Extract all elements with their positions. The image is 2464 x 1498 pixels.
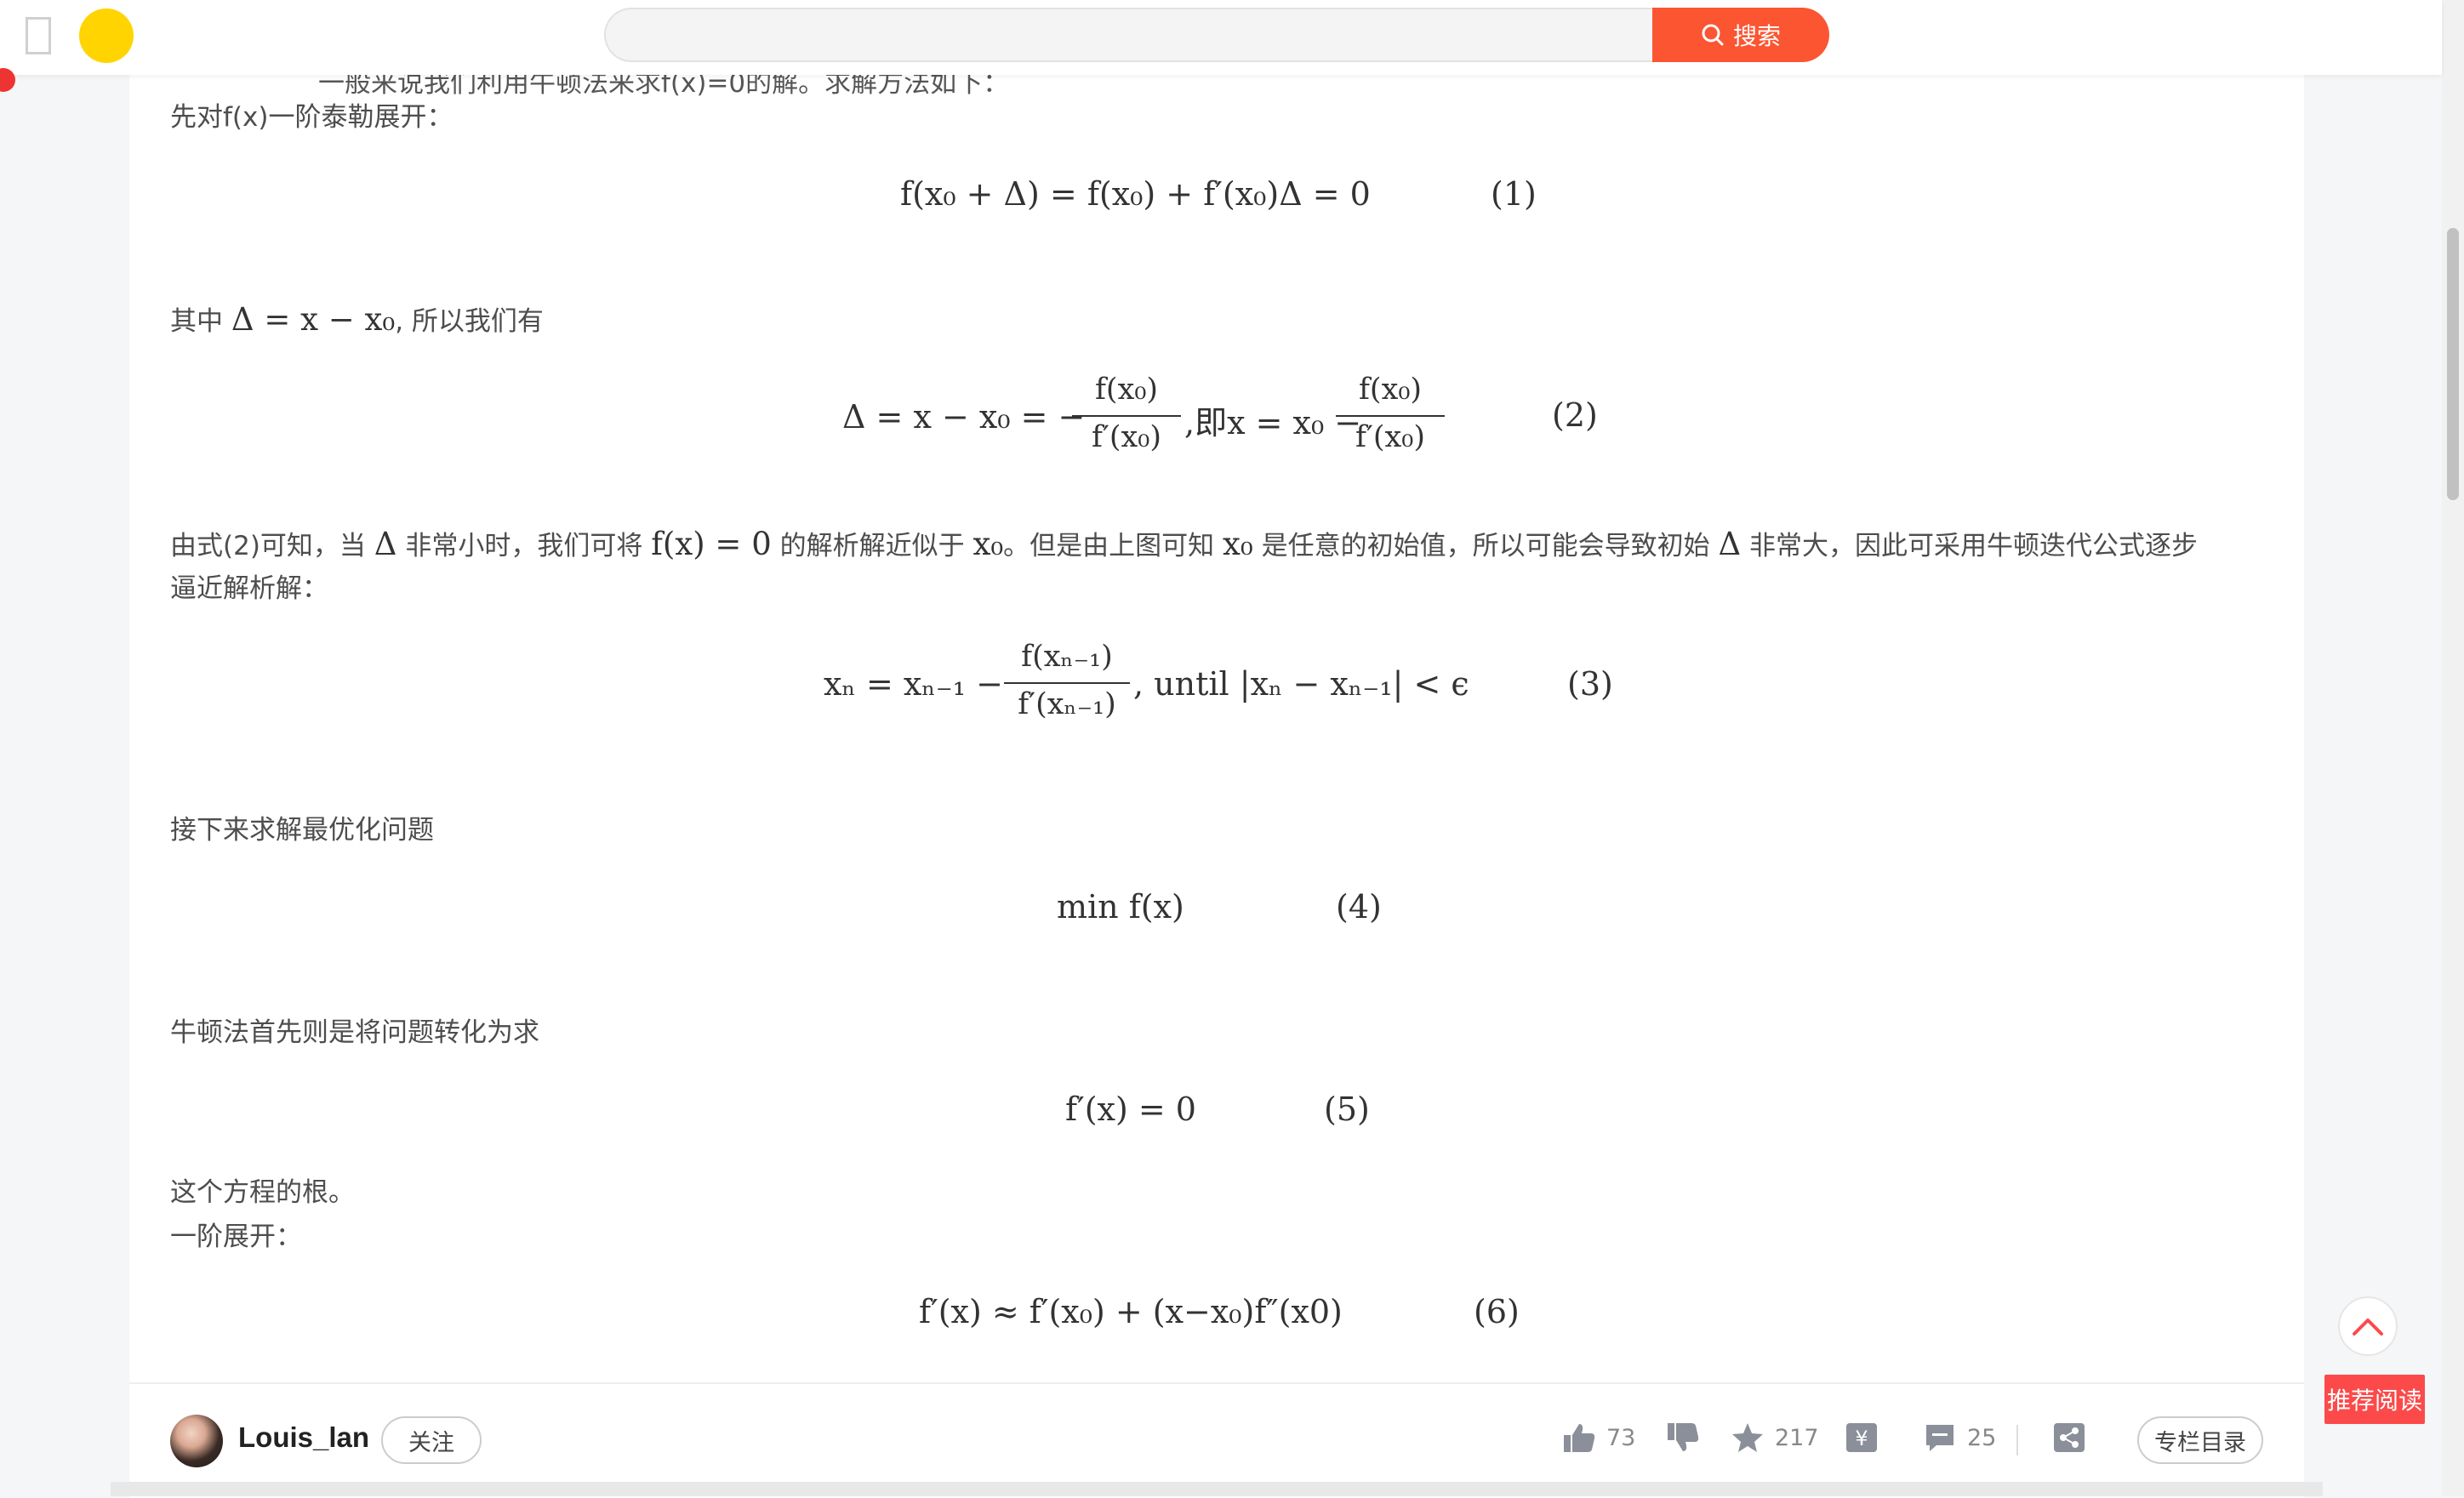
share-icon	[2054, 1423, 2085, 1452]
chevron-up-icon	[2353, 1319, 2383, 1336]
search-bar: 搜索	[604, 8, 1829, 62]
scrollbar-track[interactable]	[2442, 0, 2464, 1496]
equation-5: f′(x) = 0	[1065, 1091, 1196, 1128]
equation-3-frac-den: f′(xₙ₋₁)	[1018, 687, 1116, 721]
math-inline: f(x) = 0	[651, 526, 772, 562]
comment-count: 25	[1967, 1424, 1997, 1451]
scrollbar-thumb[interactable]	[2447, 228, 2459, 500]
search-button[interactable]: 搜索	[1652, 8, 1829, 62]
equation-1: f(x₀ + Δ) = f(x₀) + f′(x₀)Δ = 0	[900, 175, 1371, 213]
follow-button[interactable]: 关注	[381, 1416, 482, 1464]
fraction-bar	[1336, 415, 1445, 417]
comment-icon	[1926, 1425, 1954, 1451]
paragraph-optimization: 接下来求解最优化问题	[170, 815, 434, 846]
paragraph-newton-explain-line2: 逼近解析解：	[170, 573, 328, 604]
math-inline: Δ	[1718, 526, 1742, 562]
text-segment: 由式(2)可知，当	[170, 531, 366, 561]
paragraph-root: 这个方程的根。	[170, 1177, 355, 1208]
equation-2-left: Δ = x − x₀ = −	[842, 398, 1086, 436]
paragraph-newton-convert: 牛顿法首先则是将问题转化为求	[170, 1017, 539, 1048]
equation-2-frac-1-den: f′(x₀)	[1092, 420, 1161, 454]
column-catalog-button[interactable]: 专栏目录	[2137, 1416, 2263, 1464]
equation-4-number: (4)	[1336, 888, 1382, 926]
yuan-icon: ¥	[1846, 1423, 1877, 1452]
star-icon	[1732, 1423, 1763, 1452]
thumbs-up-icon	[1564, 1424, 1595, 1452]
dislike-button[interactable]	[1666, 1421, 1700, 1454]
comment-button[interactable]: 25	[1923, 1421, 1996, 1454]
equation-6-number: (6)	[1474, 1293, 1520, 1330]
like-count: 73	[1606, 1424, 1636, 1451]
article-content: 一般来说我们利用牛顿法来求f(x)=0的解。求解方法如下： 先对f(x)一阶泰勒…	[129, 0, 2304, 1382]
collect-count: 217	[1775, 1424, 1819, 1451]
equation-1-number: (1)	[1491, 175, 1537, 213]
equation-5-number: (5)	[1324, 1091, 1370, 1128]
search-icon	[1702, 24, 1724, 46]
footer-shadow	[111, 1482, 2323, 1496]
back-to-top-button[interactable]	[2338, 1296, 2398, 1356]
fraction-bar	[1072, 415, 1181, 417]
top-bar: 搜索	[0, 0, 2442, 75]
svg-text:¥: ¥	[1855, 1427, 1868, 1450]
text-segment: 的解析解近似于	[779, 531, 965, 561]
text-segment: 非常大，因此可采用牛顿迭代公式逐步	[1749, 531, 2199, 561]
text-segment: , 所以我们有	[395, 306, 544, 337]
collect-button[interactable]: 217	[1731, 1421, 1819, 1454]
equation-2-number: (2)	[1552, 396, 1598, 434]
fraction-bar	[1004, 682, 1130, 684]
paragraph-taylor-intro: 先对f(x)一阶泰勒展开：	[170, 102, 453, 133]
equation-3-frac-num: f(xₙ₋₁)	[1021, 640, 1113, 674]
text-segment: 是任意的初始值，所以可能会导致初始	[1261, 531, 1710, 561]
equation-2-frac-1-num: f(x₀)	[1094, 373, 1159, 407]
avatar[interactable]	[170, 1415, 223, 1467]
equation-3-number: (3)	[1567, 665, 1613, 703]
equation-3-left: xₙ = xₙ₋₁ −	[824, 665, 1003, 703]
equation-2-frac-2-num: f(x₀)	[1358, 373, 1423, 407]
text-segment: 非常小时，我们可将	[405, 531, 643, 561]
equation-2-mid: ,即x = x₀ −	[1184, 404, 1362, 441]
author-name[interactable]: Louis_lan	[238, 1421, 369, 1454]
article-toolbar: Louis_lan 关注 73 217 ¥ 25 专栏目录	[129, 1382, 2304, 1498]
text-segment: 。但是由上图可知	[1003, 531, 1215, 561]
share-button[interactable]	[2052, 1421, 2086, 1454]
math-inline: Δ	[374, 526, 397, 562]
page-icon[interactable]	[26, 17, 51, 54]
equation-3-right: , until |xₙ − xₙ₋₁| < ϵ	[1133, 665, 1469, 703]
math-inline: x₀	[1223, 526, 1253, 562]
search-button-label: 搜索	[1732, 23, 1781, 49]
text-segment: 其中	[170, 306, 223, 337]
logo-icon[interactable]	[79, 9, 134, 63]
math-inline: Δ = x − x₀	[231, 301, 396, 338]
search-input[interactable]	[604, 8, 1659, 62]
paragraph-delta-def: 其中 Δ = x − x₀, 所以我们有	[170, 298, 544, 344]
equation-4: min f(x)	[1057, 888, 1184, 926]
recommend-reading-button[interactable]: 推荐阅读	[2324, 1375, 2425, 1424]
thumbs-down-icon	[1668, 1423, 1699, 1451]
equation-2-frac-2-den: f′(x₀)	[1355, 420, 1425, 454]
paragraph-newton-explain: 由式(2)可知，当 Δ 非常小时，我们可将 f(x) = 0 的解析解近似于 x…	[170, 522, 2198, 568]
divider	[2016, 1425, 2018, 1455]
reward-button[interactable]: ¥	[1845, 1421, 1879, 1454]
like-button[interactable]: 73	[1562, 1421, 1635, 1454]
equation-6: f′(x) ≈ f′(x₀) + (x−x₀)f″(x0)	[919, 1293, 1343, 1330]
math-inline: x₀	[972, 526, 1004, 562]
paragraph-first-order: 一阶展开：	[170, 1222, 302, 1252]
